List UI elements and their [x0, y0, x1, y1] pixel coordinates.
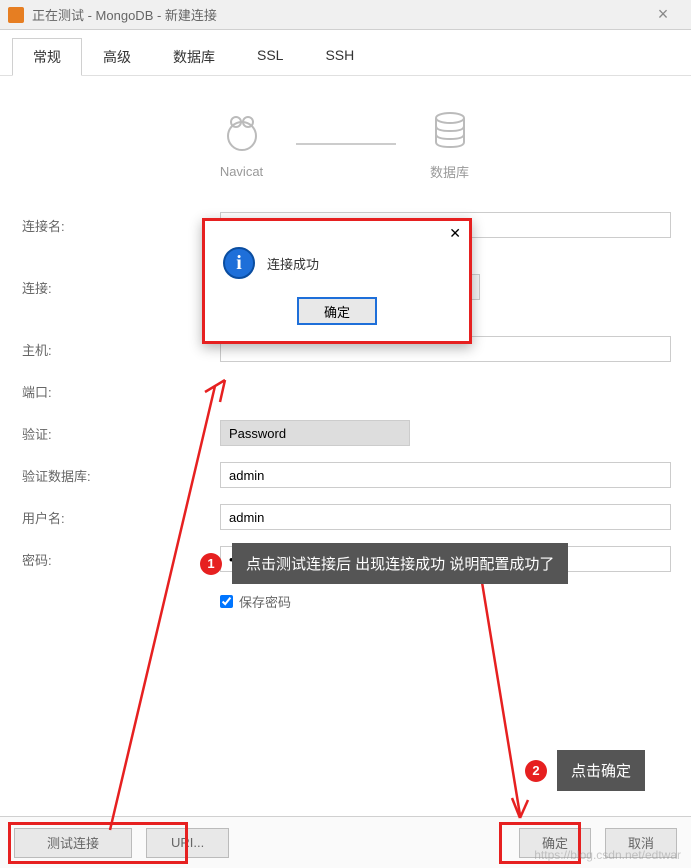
dialog-message: 连接成功: [267, 254, 319, 273]
uri-button[interactable]: URI...: [146, 828, 229, 858]
tab-advanced[interactable]: 高级: [82, 38, 152, 75]
tab-general[interactable]: 常规: [12, 38, 82, 76]
annotation-1: 1 点击测试连接后 出现连接成功 说明配置成功了: [200, 543, 568, 584]
content-area: Navicat 数据库 连接名: 连接: ▾ 主机: 端口: 验证: Passw: [0, 76, 691, 709]
tab-ssl[interactable]: SSL: [236, 38, 304, 75]
annotation-1-text: 点击测试连接后 出现连接成功 说明配置成功了: [232, 543, 568, 584]
window-title: 正在测试 - MongoDB - 新建连接: [32, 5, 643, 24]
info-icon: i: [223, 247, 255, 279]
save-pass-check[interactable]: [220, 595, 233, 608]
database-label: 数据库: [430, 162, 469, 181]
connection-line: [296, 143, 396, 145]
tab-database[interactable]: 数据库: [152, 38, 236, 75]
navicat-label: Navicat: [220, 164, 263, 179]
annotation-1-badge: 1: [200, 553, 222, 575]
auth-value: Password: [229, 426, 286, 441]
navicat-icon: [218, 108, 266, 156]
user-input[interactable]: [220, 504, 671, 530]
watermark: https://blog.csdn.net/edtwar: [534, 848, 681, 862]
app-icon: [8, 7, 24, 23]
annotation-2-text: 点击确定: [557, 750, 645, 791]
authdb-input[interactable]: [220, 462, 671, 488]
authdb-label: 验证数据库:: [20, 466, 220, 485]
close-icon[interactable]: ×: [643, 4, 683, 25]
pass-label: 密码:: [20, 550, 220, 569]
host-label: 主机:: [20, 340, 220, 359]
conn-type-label: 连接:: [20, 278, 220, 297]
port-label: 端口:: [20, 382, 220, 401]
database-icon: [426, 106, 474, 154]
user-label: 用户名:: [20, 508, 220, 527]
connection-diagram: Navicat 数据库: [20, 106, 671, 181]
success-dialog: ✕ i 连接成功 确定: [202, 218, 472, 344]
navicat-node: Navicat: [218, 108, 266, 179]
annotation-2-badge: 2: [525, 760, 547, 782]
titlebar: 正在测试 - MongoDB - 新建连接 ×: [0, 0, 691, 30]
save-pass-label: 保存密码: [239, 592, 291, 611]
dialog-ok-button[interactable]: 确定: [297, 297, 377, 325]
dialog-close-icon[interactable]: ✕: [449, 225, 461, 243]
database-node: 数据库: [426, 106, 474, 181]
auth-dropdown[interactable]: Password: [220, 420, 410, 446]
auth-label: 验证:: [20, 424, 220, 443]
tab-ssh[interactable]: SSH: [304, 38, 375, 75]
tab-bar: 常规 高级 数据库 SSL SSH: [0, 30, 691, 76]
test-connection-button[interactable]: 测试连接: [14, 828, 132, 858]
annotation-2: 2 点击确定: [525, 750, 645, 791]
save-pass-checkbox[interactable]: 保存密码: [220, 592, 671, 611]
conn-name-label: 连接名:: [20, 216, 220, 235]
